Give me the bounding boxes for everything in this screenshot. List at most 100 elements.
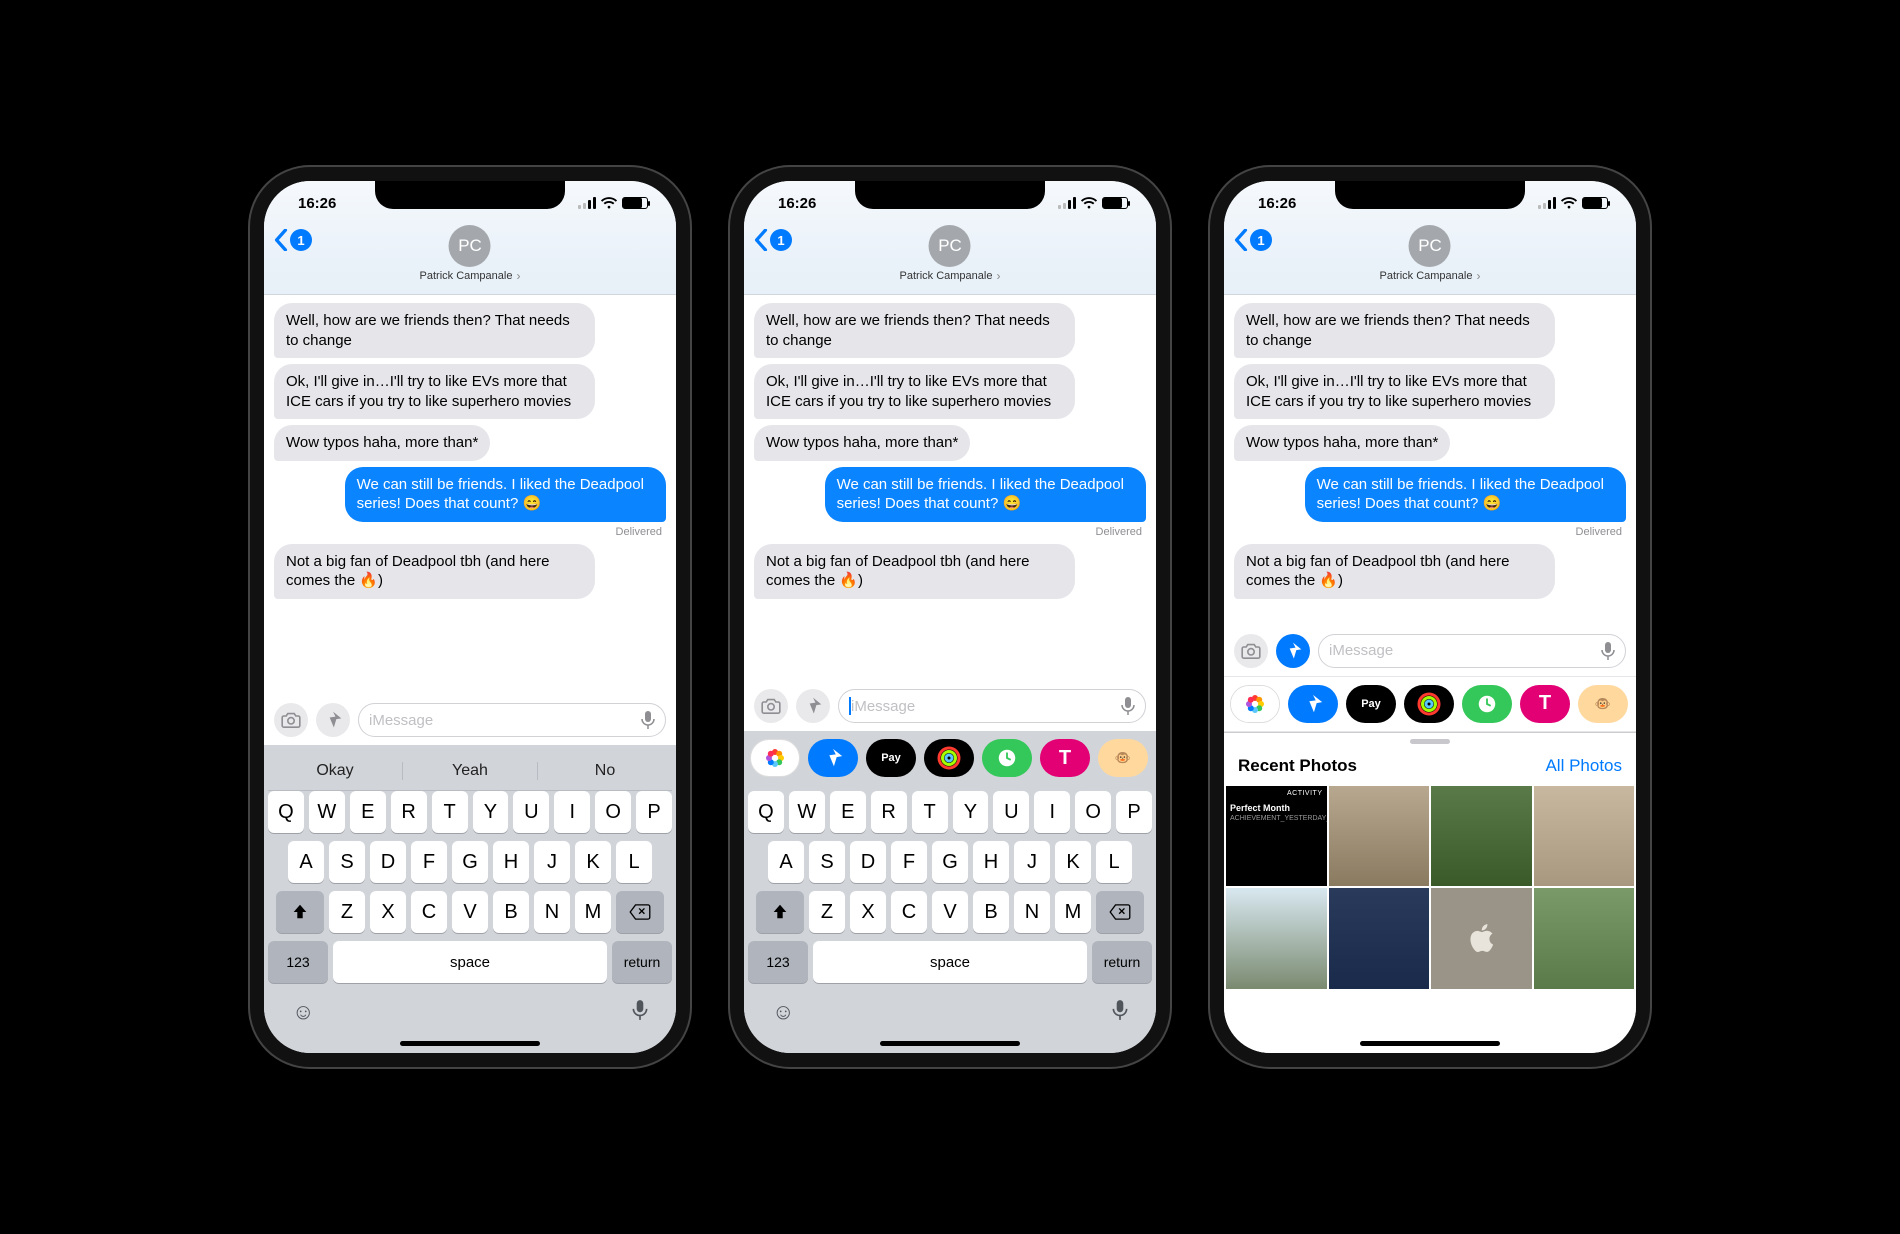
key-a[interactable]: A	[768, 841, 804, 883]
key-b[interactable]: B	[493, 891, 529, 933]
home-indicator[interactable]	[1360, 1041, 1500, 1046]
app-animoji[interactable]: 🐵	[1098, 739, 1148, 777]
app-store[interactable]	[1288, 685, 1338, 723]
home-indicator[interactable]	[880, 1041, 1020, 1046]
key-f[interactable]: F	[411, 841, 447, 883]
numbers-key[interactable]: 123	[268, 941, 328, 983]
key-q[interactable]: Q	[268, 791, 304, 833]
apps-button[interactable]	[796, 689, 830, 723]
drag-handle[interactable]	[1410, 739, 1450, 744]
shift-key[interactable]	[276, 891, 324, 933]
message-in[interactable]: Not a big fan of Deadpool tbh (and here …	[754, 544, 1075, 599]
key-t[interactable]: T	[432, 791, 468, 833]
key-i[interactable]: I	[1034, 791, 1070, 833]
camera-button[interactable]	[1234, 634, 1268, 668]
mic-icon[interactable]	[1601, 641, 1615, 661]
key-o[interactable]: O	[595, 791, 631, 833]
message-in[interactable]: Ok, I'll give in…I'll try to like EVs mo…	[1234, 364, 1555, 419]
message-in[interactable]: Well, how are we friends then? That need…	[274, 303, 595, 358]
message-input[interactable]: iMessage	[358, 703, 666, 737]
prediction[interactable]: Yeah	[403, 762, 538, 780]
app-tmobile[interactable]: T	[1040, 739, 1090, 777]
home-indicator[interactable]	[400, 1041, 540, 1046]
key-e[interactable]: E	[350, 791, 386, 833]
app-clock[interactable]	[982, 739, 1032, 777]
message-input[interactable]: iMessage	[1318, 634, 1626, 668]
prediction[interactable]: Okay	[268, 762, 403, 780]
message-in[interactable]: Ok, I'll give in…I'll try to like EVs mo…	[274, 364, 595, 419]
key-z[interactable]: Z	[329, 891, 365, 933]
key-b[interactable]: B	[973, 891, 1009, 933]
key-h[interactable]: H	[493, 841, 529, 883]
message-out[interactable]: We can still be friends. I liked the Dea…	[345, 467, 666, 522]
key-w[interactable]: W	[309, 791, 345, 833]
message-input[interactable]: iMessage	[838, 689, 1146, 723]
photo-thumb[interactable]	[1431, 786, 1532, 887]
back-button[interactable]: 1	[754, 229, 792, 251]
photo-thumb[interactable]	[1431, 888, 1532, 989]
app-drawer[interactable]: Pay T 🐵	[1224, 676, 1636, 732]
return-key[interactable]: return	[1092, 941, 1152, 983]
key-c[interactable]: C	[411, 891, 447, 933]
message-in[interactable]: Not a big fan of Deadpool tbh (and here …	[1234, 544, 1555, 599]
message-in[interactable]: Well, how are we friends then? That need…	[1234, 303, 1555, 358]
camera-button[interactable]	[274, 703, 308, 737]
app-tmobile[interactable]: T	[1520, 685, 1570, 723]
contact-header[interactable]: PC Patrick Campanale	[900, 225, 1001, 283]
key-s[interactable]: S	[329, 841, 365, 883]
backspace-key[interactable]	[1096, 891, 1144, 933]
shift-key[interactable]	[756, 891, 804, 933]
apps-button[interactable]	[316, 703, 350, 737]
app-clock[interactable]	[1462, 685, 1512, 723]
key-i[interactable]: I	[554, 791, 590, 833]
camera-button[interactable]	[754, 689, 788, 723]
key-f[interactable]: F	[891, 841, 927, 883]
app-pay[interactable]: Pay	[1346, 685, 1396, 723]
message-in[interactable]: Not a big fan of Deadpool tbh (and here …	[274, 544, 595, 599]
dictate-button[interactable]	[632, 999, 648, 1025]
dictate-button[interactable]	[1112, 999, 1128, 1025]
key-x[interactable]: X	[370, 891, 406, 933]
app-activity[interactable]	[1404, 685, 1454, 723]
key-u[interactable]: U	[993, 791, 1029, 833]
message-in[interactable]: Well, how are we friends then? That need…	[754, 303, 1075, 358]
key-h[interactable]: H	[973, 841, 1009, 883]
conversation[interactable]: Well, how are we friends then? That need…	[264, 295, 676, 697]
key-k[interactable]: K	[575, 841, 611, 883]
key-p[interactable]: P	[1116, 791, 1152, 833]
conversation[interactable]: Well, how are we friends then? That need…	[744, 295, 1156, 683]
key-e[interactable]: E	[830, 791, 866, 833]
key-a[interactable]: A	[288, 841, 324, 883]
key-t[interactable]: T	[912, 791, 948, 833]
photo-thumb-activity[interactable]: ACTIVITY Perfect Month ACHIEVEMENT_YESTE…	[1226, 786, 1327, 887]
message-in[interactable]: Wow typos haha, more than*	[754, 425, 970, 461]
contact-header[interactable]: PC Patrick Campanale	[420, 225, 521, 283]
key-z[interactable]: Z	[809, 891, 845, 933]
numbers-key[interactable]: 123	[748, 941, 808, 983]
key-w[interactable]: W	[789, 791, 825, 833]
back-button[interactable]: 1	[274, 229, 312, 251]
key-y[interactable]: Y	[953, 791, 989, 833]
key-k[interactable]: K	[1055, 841, 1091, 883]
key-g[interactable]: G	[452, 841, 488, 883]
app-photos[interactable]	[750, 739, 800, 777]
key-o[interactable]: O	[1075, 791, 1111, 833]
photo-thumb[interactable]	[1329, 786, 1430, 887]
app-activity[interactable]	[924, 739, 974, 777]
key-m[interactable]: M	[575, 891, 611, 933]
app-animoji[interactable]: 🐵	[1578, 685, 1628, 723]
backspace-key[interactable]	[616, 891, 664, 933]
key-l[interactable]: L	[1096, 841, 1132, 883]
emoji-button[interactable]: ☺	[292, 999, 314, 1025]
message-in[interactable]: Ok, I'll give in…I'll try to like EVs mo…	[754, 364, 1075, 419]
message-out[interactable]: We can still be friends. I liked the Dea…	[825, 467, 1146, 522]
app-photos-selected[interactable]	[1230, 685, 1280, 723]
key-s[interactable]: S	[809, 841, 845, 883]
key-l[interactable]: L	[616, 841, 652, 883]
space-key[interactable]: space	[813, 941, 1087, 983]
space-key[interactable]: space	[333, 941, 607, 983]
app-pay[interactable]: Pay	[866, 739, 916, 777]
key-r[interactable]: R	[871, 791, 907, 833]
mic-icon[interactable]	[1121, 696, 1135, 716]
key-v[interactable]: V	[932, 891, 968, 933]
